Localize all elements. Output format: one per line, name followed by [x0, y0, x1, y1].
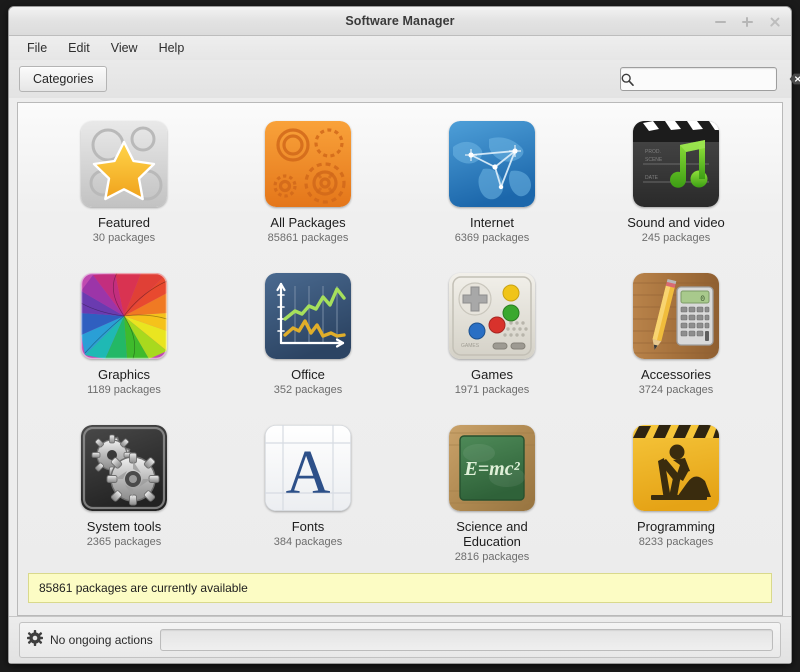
- menu-item-help[interactable]: Help: [150, 39, 194, 57]
- category-label: Featured: [98, 215, 150, 230]
- category-tile-games[interactable]: GAMES Games 1971 packages: [400, 269, 584, 421]
- category-label: Games: [471, 367, 513, 382]
- category-count: 30 packages: [93, 232, 155, 244]
- category-count: 245 packages: [642, 232, 711, 244]
- svg-text:GAMES: GAMES: [461, 343, 480, 349]
- science-chalkboard-icon: E=mc²: [449, 425, 535, 511]
- category-label: Accessories: [641, 367, 711, 382]
- category-count: 1971 packages: [455, 384, 530, 396]
- category-tile-internet[interactable]: Internet 6369 packages: [400, 117, 584, 269]
- category-label: Office: [291, 367, 325, 382]
- title-bar: Software Manager: [9, 7, 791, 36]
- category-tile-featured[interactable]: Featured 30 packages: [32, 117, 216, 269]
- category-label: Graphics: [98, 367, 150, 382]
- all-packages-gears-icon: [265, 121, 351, 207]
- sound-video-icon: PROD.SCENE DATETAKE: [633, 121, 719, 207]
- search-box[interactable]: [620, 67, 777, 91]
- category-grid: Featured 30 packages: [18, 103, 782, 573]
- internet-globe-icon: [449, 121, 535, 207]
- svg-text:SCENE: SCENE: [645, 157, 663, 163]
- status-bar-inner: No ongoing actions: [19, 622, 781, 658]
- maximize-button[interactable]: [741, 15, 754, 28]
- window-controls: [714, 7, 781, 35]
- graphics-colorwheel-icon: [81, 273, 167, 359]
- category-count: 2816 packages: [455, 551, 530, 563]
- progress-bar: [160, 629, 773, 651]
- category-count: 85861 packages: [268, 232, 349, 244]
- window-title: Software Manager: [9, 7, 791, 35]
- category-count: 8233 packages: [639, 536, 714, 548]
- category-count: 3724 packages: [639, 384, 714, 396]
- svg-text:DATE: DATE: [645, 175, 659, 181]
- category-content-area: Featured 30 packages: [17, 102, 783, 616]
- category-label: All Packages: [270, 215, 345, 230]
- clear-icon[interactable]: [789, 73, 800, 85]
- availability-banner: 85861 packages are currently available: [28, 573, 772, 603]
- category-tile-all-packages[interactable]: All Packages 85861 packages: [216, 117, 400, 269]
- category-tile-fonts[interactable]: A Fonts 384 packages: [216, 421, 400, 573]
- category-label: Science and Education: [432, 519, 552, 549]
- category-count: 384 packages: [274, 536, 343, 548]
- svg-text:E=mc²: E=mc²: [463, 458, 520, 480]
- category-tile-accessories[interactable]: 0: [584, 269, 768, 421]
- minimize-button[interactable]: [714, 15, 727, 28]
- system-tools-gears-icon: [81, 425, 167, 511]
- category-tile-system-tools[interactable]: System tools 2365 packages: [32, 421, 216, 573]
- status-bar: No ongoing actions: [9, 616, 791, 663]
- category-tile-graphics[interactable]: Graphics 1189 packages: [32, 269, 216, 421]
- category-count: 6369 packages: [455, 232, 530, 244]
- category-tile-science-and-education[interactable]: E=mc² Science and Education 2816 package…: [400, 421, 584, 573]
- svg-text:A: A: [286, 439, 331, 507]
- toolbar: Categories: [9, 60, 791, 98]
- fonts-letter-a-icon: A: [265, 425, 351, 511]
- categories-button[interactable]: Categories: [19, 66, 107, 92]
- svg-text:0: 0: [700, 295, 705, 304]
- desktop-background: Software Manager File Edit View Help Cat…: [0, 0, 800, 672]
- category-label: Fonts: [292, 519, 325, 534]
- close-button[interactable]: [768, 15, 781, 28]
- category-label: Programming: [637, 519, 715, 534]
- category-count: 352 packages: [274, 384, 343, 396]
- svg-text:PROD.: PROD.: [645, 149, 661, 155]
- category-count: 1189 packages: [87, 384, 161, 396]
- accessories-calculator-icon: 0: [633, 273, 719, 359]
- status-text: No ongoing actions: [50, 633, 153, 647]
- category-label: System tools: [87, 519, 161, 534]
- gear-icon: [27, 630, 43, 651]
- category-tile-office[interactable]: Office 352 packages: [216, 269, 400, 421]
- category-label: Sound and video: [627, 215, 725, 230]
- featured-star-icon: [81, 121, 167, 207]
- category-count: 2365 packages: [87, 536, 162, 548]
- menu-item-view[interactable]: View: [102, 39, 147, 57]
- category-label: Internet: [470, 215, 514, 230]
- office-chart-icon: [265, 273, 351, 359]
- menu-bar: File Edit View Help: [9, 36, 791, 60]
- search-icon: [621, 73, 634, 86]
- category-tile-sound-and-video[interactable]: PROD.SCENE DATETAKE: [584, 117, 768, 269]
- menu-item-edit[interactable]: Edit: [59, 39, 99, 57]
- software-manager-window: Software Manager File Edit View Help Cat…: [8, 6, 792, 664]
- category-tile-programming[interactable]: Programming 8233 packages: [584, 421, 768, 573]
- menu-item-file[interactable]: File: [18, 39, 56, 57]
- programming-roadwork-icon: [633, 425, 719, 511]
- games-gamepad-icon: GAMES: [449, 273, 535, 359]
- search-input[interactable]: [634, 70, 789, 88]
